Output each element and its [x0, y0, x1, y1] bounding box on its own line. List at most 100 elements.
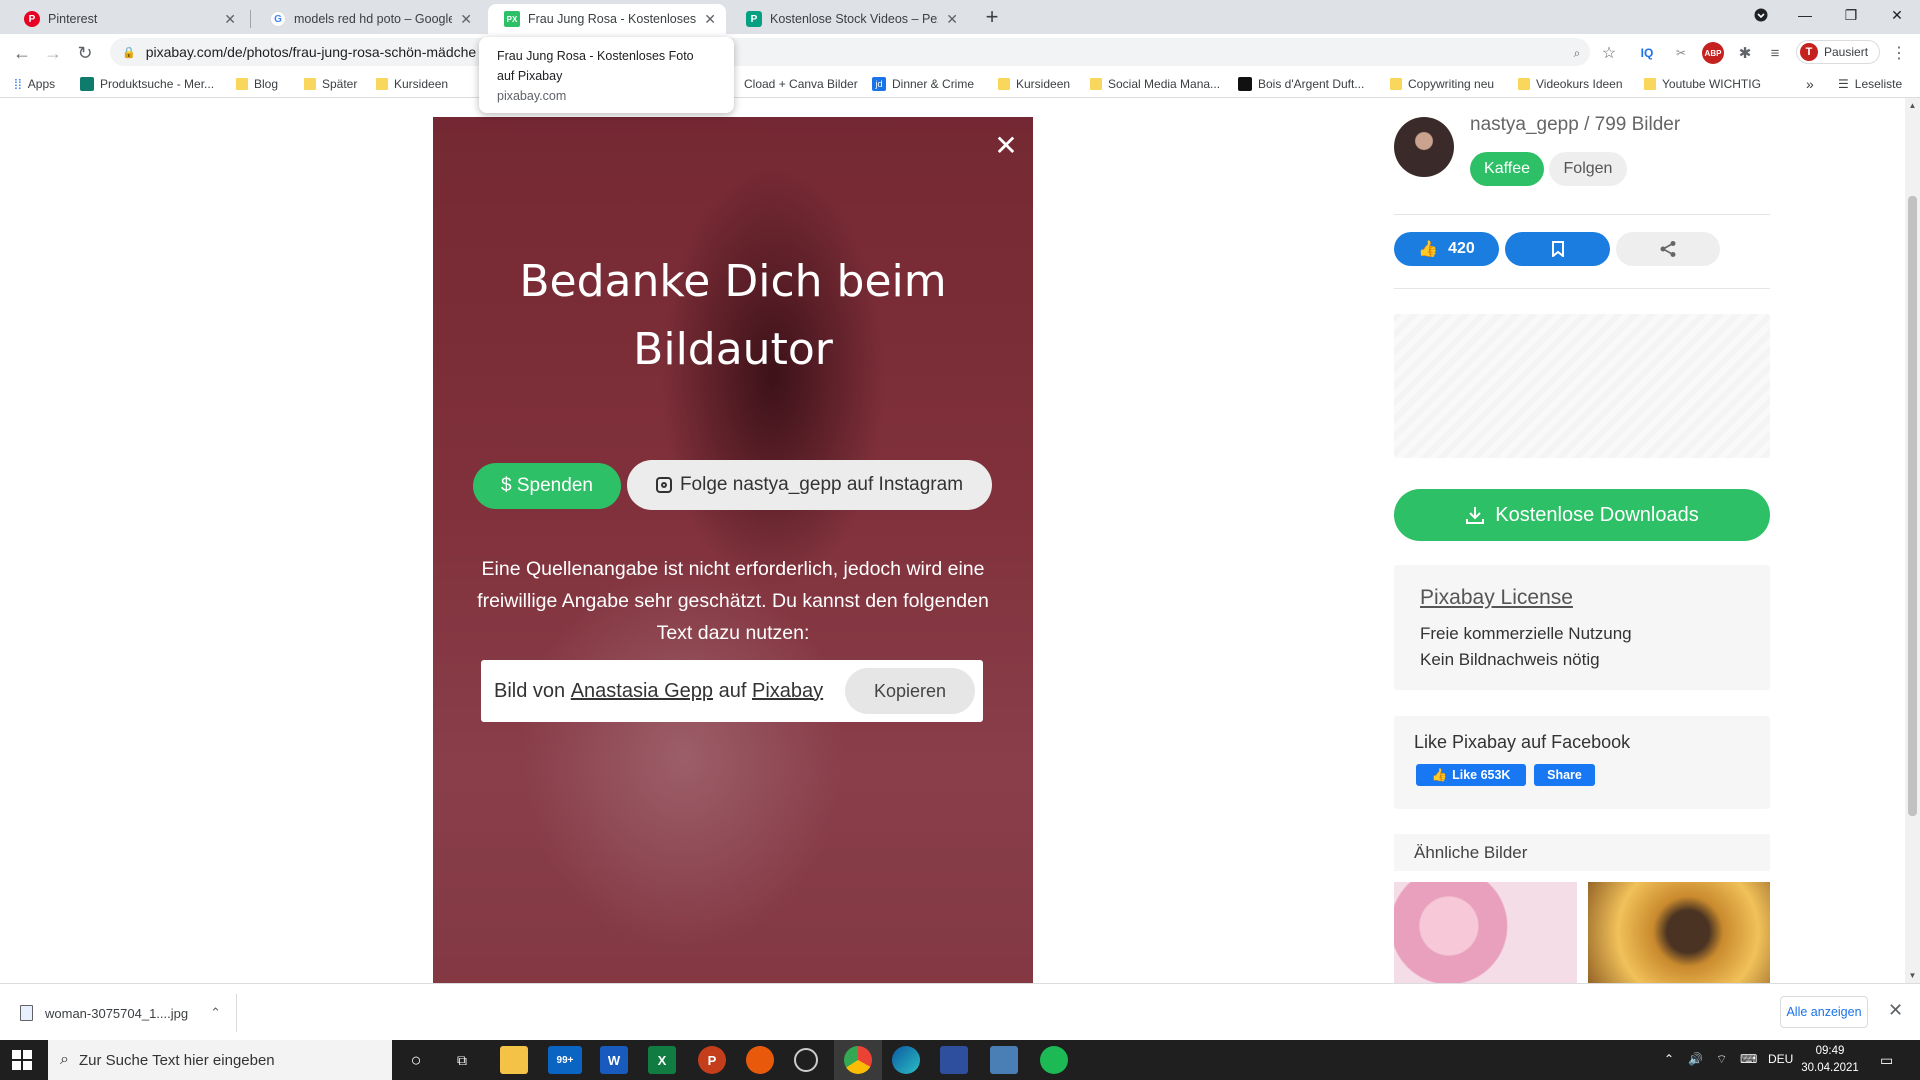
credit-author-link[interactable]: Anastasia Gepp — [571, 680, 713, 703]
share-button[interactable] — [1616, 232, 1720, 266]
taskbar-search[interactable]: ⌕ Zur Suche Text hier eingeben — [48, 1040, 392, 1080]
tray-chevron-icon[interactable]: ⌃ — [1664, 1052, 1674, 1066]
tab-pexels[interactable]: P Kostenlose Stock Videos – Pexel ✕ — [730, 4, 968, 34]
app-icon[interactable] — [940, 1046, 968, 1074]
close-icon[interactable]: ✕ — [993, 132, 1019, 160]
bookmark-cload-canva[interactable]: Cload + Canva Bilder — [744, 74, 858, 94]
tab-pixabay-active[interactable]: PX Frau Jung Rosa - Kostenloses Fo ✕ — [488, 4, 726, 34]
reading-list-button[interactable]: ☰ Leseliste — [1838, 74, 1902, 94]
chevron-up-icon[interactable]: ⌃ — [210, 1005, 221, 1021]
menu-dots-icon[interactable]: ⋮ — [1888, 42, 1910, 64]
close-window-button[interactable]: ✕ — [1874, 0, 1920, 30]
powerpoint-icon[interactable]: P — [698, 1046, 726, 1074]
facebook-like-button[interactable]: 👍 Like 653K — [1416, 764, 1526, 786]
similar-image-thumbnail[interactable] — [1394, 882, 1577, 983]
pexels-icon: P — [746, 11, 762, 27]
word-icon[interactable]: W — [600, 1046, 628, 1074]
instagram-follow-button[interactable]: Folge nastya_gepp auf Instagram — [627, 460, 992, 510]
credit-site-link[interactable]: Pixabay — [752, 680, 823, 703]
bookmark-videokurs[interactable]: Videokurs Ideen — [1518, 74, 1623, 94]
clock[interactable]: 09:49 30.04.2021 — [1800, 1043, 1860, 1077]
new-tab-button[interactable]: + — [978, 4, 1006, 32]
bookmark-label: Videokurs Ideen — [1536, 77, 1623, 91]
tab-title: models red hd poto – Google Su — [294, 12, 453, 26]
close-icon[interactable]: ✕ — [1888, 1000, 1903, 1021]
bookmark-copywriting[interactable]: Copywriting neu — [1390, 74, 1494, 94]
clock-app-icon[interactable] — [794, 1048, 818, 1072]
bookmark-button[interactable] — [1505, 232, 1610, 266]
apps-grid-icon: ⁞⁞ — [14, 76, 22, 92]
excel-icon[interactable]: X — [648, 1046, 676, 1074]
spotify-icon[interactable] — [1040, 1046, 1068, 1074]
edge-icon[interactable] — [892, 1046, 920, 1074]
volume-icon[interactable]: 🔊 — [1688, 1052, 1703, 1066]
close-icon[interactable]: ✕ — [224, 11, 236, 28]
close-icon[interactable]: ✕ — [946, 11, 958, 28]
bookmark-dinner-crime[interactable]: jd Dinner & Crime — [872, 74, 974, 94]
app-icon[interactable] — [746, 1046, 774, 1074]
bookmark-kursideen[interactable]: Kursideen — [376, 74, 448, 94]
forward-button[interactable]: → — [40, 40, 66, 66]
notifications-icon[interactable]: ▭ — [1880, 1052, 1893, 1069]
bookmark-produktsuche[interactable]: Produktsuche - Mer... — [80, 74, 214, 94]
network-icon[interactable]: ⌔ — [1716, 1052, 1727, 1067]
show-all-downloads-button[interactable]: Alle anzeigen — [1780, 996, 1868, 1028]
bookmark-social-media[interactable]: Social Media Mana... — [1090, 74, 1220, 94]
bookmark-apps[interactable]: ⁞⁞ Apps — [14, 74, 55, 94]
reload-button[interactable]: ↻ — [72, 40, 98, 66]
close-icon[interactable]: ✕ — [704, 11, 716, 28]
facebook-share-button[interactable]: Share — [1534, 764, 1595, 786]
app-icon[interactable] — [990, 1046, 1018, 1074]
adblock-icon[interactable]: ABP — [1702, 42, 1724, 64]
bookmark-star-icon[interactable]: ☆ — [1598, 42, 1620, 64]
scrollbar-thumb[interactable] — [1908, 196, 1917, 816]
restore-button[interactable]: ❐ — [1828, 0, 1874, 30]
iq-extension-icon[interactable]: IQ — [1636, 42, 1658, 64]
media-control-icon[interactable]: ≡ — [1764, 42, 1786, 64]
zoom-icon[interactable]: ⌕ — [1566, 42, 1588, 64]
windows-start-icon[interactable] — [12, 1050, 32, 1070]
scroll-down-arrow[interactable]: ▼ — [1905, 968, 1920, 982]
tooltip-title: Frau Jung Rosa - Kostenloses Foto — [497, 49, 694, 63]
bookmark-blog[interactable]: Blog — [236, 74, 278, 94]
coffee-button[interactable]: Kaffee — [1470, 152, 1544, 186]
bookmark-youtube[interactable]: Youtube WICHTIG — [1644, 74, 1761, 94]
extension-icon[interactable]: ✂ — [1670, 42, 1692, 64]
like-button[interactable]: 👍 420 — [1394, 232, 1499, 266]
tab-google[interactable]: G models red hd poto – Google Su ✕ — [254, 4, 482, 34]
keyboard-icon[interactable]: ⌨ — [1740, 1052, 1757, 1066]
download-filename: woman-3075704_1....jpg — [45, 1005, 189, 1021]
language-indicator[interactable]: DEU — [1768, 1052, 1793, 1066]
profile-button[interactable]: T Pausiert — [1796, 40, 1880, 64]
file-explorer-icon[interactable] — [500, 1046, 528, 1074]
copy-button[interactable]: Kopieren — [845, 668, 975, 714]
donate-button[interactable]: $ Spenden — [473, 463, 621, 509]
bookmark-bois-dargent[interactable]: Bois d'Argent Duft... — [1238, 74, 1364, 94]
folder-icon — [236, 78, 248, 90]
tab-tooltip: Frau Jung Rosa - Kostenloses Foto auf Pi… — [479, 37, 734, 113]
follow-button[interactable]: Folgen — [1549, 152, 1627, 186]
download-button[interactable]: Kostenlose Downloads — [1394, 489, 1770, 541]
back-button[interactable]: ← — [9, 40, 35, 66]
bookmark-spaeter[interactable]: Später — [304, 74, 357, 94]
download-item[interactable]: woman-3075704_1....jpg ⌃ — [20, 998, 221, 1028]
address-bar[interactable]: 🔒 pixabay.com/de/photos/frau-jung-rosa-s… — [110, 38, 1590, 66]
license-link[interactable]: Pixabay License — [1420, 586, 1573, 610]
scroll-up-arrow[interactable]: ▲ — [1905, 98, 1920, 112]
task-view-icon[interactable]: ⧉ — [448, 1046, 476, 1074]
bookmark-kursideen-2[interactable]: Kursideen — [998, 74, 1070, 94]
minimize-button[interactable]: — — [1782, 0, 1828, 30]
author-avatar[interactable] — [1394, 117, 1454, 177]
author-name[interactable]: nastya_gepp / 799 Bilder — [1470, 114, 1680, 136]
tab-pinterest[interactable]: P Pinterest ✕ — [8, 4, 246, 34]
similar-image-thumbnail[interactable] — [1588, 882, 1770, 983]
tab-search-icon[interactable] — [1738, 0, 1784, 30]
close-icon[interactable]: ✕ — [460, 11, 472, 28]
modal-title-line: Bildautor — [633, 324, 833, 375]
puzzle-extensions-icon[interactable]: ✱ — [1734, 42, 1756, 64]
ad-placeholder — [1394, 314, 1770, 458]
cortana-icon[interactable]: ○ — [402, 1046, 430, 1074]
chrome-icon[interactable] — [844, 1046, 872, 1074]
mail-icon[interactable]: 99+ — [548, 1046, 582, 1074]
more-bookmarks-button[interactable]: » — [1806, 74, 1814, 94]
